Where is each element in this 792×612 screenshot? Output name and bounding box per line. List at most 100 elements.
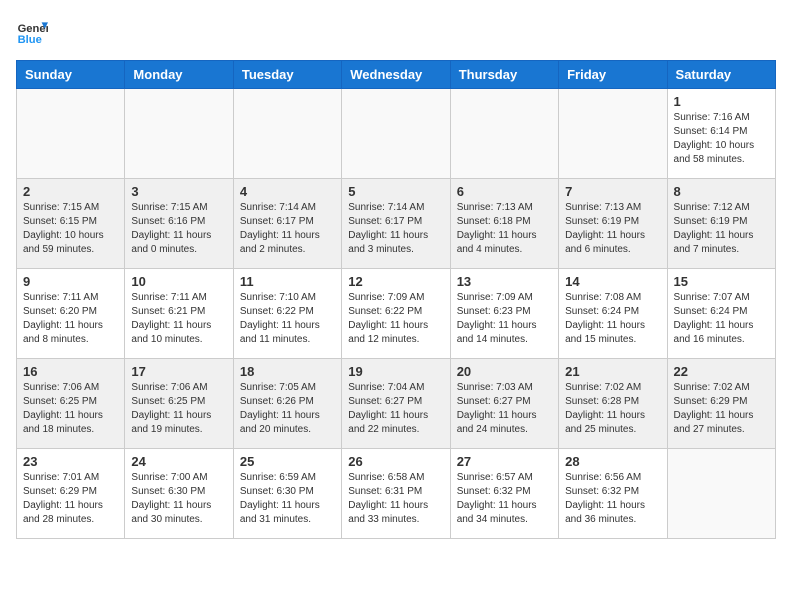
day-info: Sunrise: 7:14 AM Sunset: 6:17 PM Dayligh…: [240, 201, 335, 257]
day-number: 3: [131, 184, 226, 199]
week-row-5: 23 Sunrise: 7:01 AM Sunset: 6:29 PM Dayli…: [17, 449, 776, 539]
weekday-header-saturday: Saturday: [667, 61, 775, 89]
calendar-cell: [559, 89, 667, 179]
day-info: Sunrise: 7:01 AM Sunset: 6:29 PM Dayligh…: [23, 471, 118, 527]
calendar-cell: 10 Sunrise: 7:11 AM Sunset: 6:21 PM Dayli…: [125, 269, 233, 359]
day-info: Sunrise: 7:10 AM Sunset: 6:22 PM Dayligh…: [240, 291, 335, 347]
day-number: 18: [240, 364, 335, 379]
day-number: 11: [240, 274, 335, 289]
day-number: 12: [348, 274, 443, 289]
weekday-header-sunday: Sunday: [17, 61, 125, 89]
calendar-cell: 22 Sunrise: 7:02 AM Sunset: 6:29 PM Dayli…: [667, 359, 775, 449]
day-info: Sunrise: 7:12 AM Sunset: 6:19 PM Dayligh…: [674, 201, 769, 257]
calendar-cell: [233, 89, 341, 179]
calendar-cell: [667, 449, 775, 539]
calendar-cell: 28 Sunrise: 6:56 AM Sunset: 6:32 PM Dayli…: [559, 449, 667, 539]
day-number: 15: [674, 274, 769, 289]
calendar: SundayMondayTuesdayWednesdayThursdayFrid…: [16, 60, 776, 539]
calendar-cell: 15 Sunrise: 7:07 AM Sunset: 6:24 PM Dayli…: [667, 269, 775, 359]
day-info: Sunrise: 7:09 AM Sunset: 6:22 PM Dayligh…: [348, 291, 443, 347]
logo-icon: General Blue: [16, 16, 48, 48]
day-info: Sunrise: 7:11 AM Sunset: 6:20 PM Dayligh…: [23, 291, 118, 347]
day-info: Sunrise: 7:11 AM Sunset: 6:21 PM Dayligh…: [131, 291, 226, 347]
calendar-cell: 12 Sunrise: 7:09 AM Sunset: 6:22 PM Dayli…: [342, 269, 450, 359]
day-info: Sunrise: 7:04 AM Sunset: 6:27 PM Dayligh…: [348, 381, 443, 437]
week-row-1: 1 Sunrise: 7:16 AM Sunset: 6:14 PM Daylig…: [17, 89, 776, 179]
day-info: Sunrise: 7:05 AM Sunset: 6:26 PM Dayligh…: [240, 381, 335, 437]
day-number: 22: [674, 364, 769, 379]
day-number: 13: [457, 274, 552, 289]
header: General Blue: [16, 16, 776, 48]
day-info: Sunrise: 7:08 AM Sunset: 6:24 PM Dayligh…: [565, 291, 660, 347]
calendar-cell: 5 Sunrise: 7:14 AM Sunset: 6:17 PM Daylig…: [342, 179, 450, 269]
day-number: 10: [131, 274, 226, 289]
day-number: 8: [674, 184, 769, 199]
day-info: Sunrise: 7:16 AM Sunset: 6:14 PM Dayligh…: [674, 111, 769, 167]
day-info: Sunrise: 7:15 AM Sunset: 6:15 PM Dayligh…: [23, 201, 118, 257]
weekday-header-thursday: Thursday: [450, 61, 558, 89]
calendar-cell: 23 Sunrise: 7:01 AM Sunset: 6:29 PM Dayli…: [17, 449, 125, 539]
day-info: Sunrise: 7:02 AM Sunset: 6:29 PM Dayligh…: [674, 381, 769, 437]
day-number: 17: [131, 364, 226, 379]
calendar-cell: [17, 89, 125, 179]
calendar-cell: [450, 89, 558, 179]
calendar-cell: 4 Sunrise: 7:14 AM Sunset: 6:17 PM Daylig…: [233, 179, 341, 269]
day-info: Sunrise: 6:59 AM Sunset: 6:30 PM Dayligh…: [240, 471, 335, 527]
calendar-cell: 11 Sunrise: 7:10 AM Sunset: 6:22 PM Dayli…: [233, 269, 341, 359]
day-number: 25: [240, 454, 335, 469]
day-number: 20: [457, 364, 552, 379]
calendar-cell: 14 Sunrise: 7:08 AM Sunset: 6:24 PM Dayli…: [559, 269, 667, 359]
calendar-cell: [125, 89, 233, 179]
day-info: Sunrise: 7:07 AM Sunset: 6:24 PM Dayligh…: [674, 291, 769, 347]
calendar-cell: 27Sunrise: 6:57 AM Sunset: 6:32 PM Dayli…: [450, 449, 558, 539]
day-number: 19: [348, 364, 443, 379]
logo: General Blue: [16, 16, 48, 48]
calendar-cell: 7 Sunrise: 7:13 AM Sunset: 6:19 PM Daylig…: [559, 179, 667, 269]
calendar-cell: 1 Sunrise: 7:16 AM Sunset: 6:14 PM Daylig…: [667, 89, 775, 179]
day-info: Sunrise: 7:00 AM Sunset: 6:30 PM Dayligh…: [131, 471, 226, 527]
day-number: 7: [565, 184, 660, 199]
week-row-3: 9 Sunrise: 7:11 AM Sunset: 6:20 PM Daylig…: [17, 269, 776, 359]
calendar-cell: 25 Sunrise: 6:59 AM Sunset: 6:30 PM Dayli…: [233, 449, 341, 539]
week-row-2: 2 Sunrise: 7:15 AM Sunset: 6:15 PM Daylig…: [17, 179, 776, 269]
calendar-cell: 20Sunrise: 7:03 AM Sunset: 6:27 PM Dayli…: [450, 359, 558, 449]
day-number: 14: [565, 274, 660, 289]
calendar-cell: 18 Sunrise: 7:05 AM Sunset: 6:26 PM Dayli…: [233, 359, 341, 449]
day-info: Sunrise: 6:56 AM Sunset: 6:32 PM Dayligh…: [565, 471, 660, 527]
calendar-cell: 6 Sunrise: 7:13 AM Sunset: 6:18 PM Daylig…: [450, 179, 558, 269]
calendar-cell: 8 Sunrise: 7:12 AM Sunset: 6:19 PM Daylig…: [667, 179, 775, 269]
weekday-header-monday: Monday: [125, 61, 233, 89]
day-number: 24: [131, 454, 226, 469]
calendar-cell: 21 Sunrise: 7:02 AM Sunset: 6:28 PM Dayli…: [559, 359, 667, 449]
day-number: 1: [674, 94, 769, 109]
day-info: Sunrise: 7:13 AM Sunset: 6:19 PM Dayligh…: [565, 201, 660, 257]
calendar-cell: 16 Sunrise: 7:06 AM Sunset: 6:25 PM Dayli…: [17, 359, 125, 449]
day-info: Sunrise: 7:06 AM Sunset: 6:25 PM Dayligh…: [23, 381, 118, 437]
day-info: Sunrise: 7:09 AM Sunset: 6:23 PM Dayligh…: [457, 291, 552, 347]
day-info: Sunrise: 7:14 AM Sunset: 6:17 PM Dayligh…: [348, 201, 443, 257]
calendar-cell: [342, 89, 450, 179]
weekday-header-row: SundayMondayTuesdayWednesdayThursdayFrid…: [17, 61, 776, 89]
day-info: Sunrise: 6:58 AM Sunset: 6:31 PM Dayligh…: [348, 471, 443, 527]
calendar-cell: 19 Sunrise: 7:04 AM Sunset: 6:27 PM Dayli…: [342, 359, 450, 449]
calendar-cell: 3Sunrise: 7:15 AM Sunset: 6:16 PM Daylig…: [125, 179, 233, 269]
day-number: 26: [348, 454, 443, 469]
day-number: 21: [565, 364, 660, 379]
calendar-cell: 26 Sunrise: 6:58 AM Sunset: 6:31 PM Dayli…: [342, 449, 450, 539]
day-number: 5: [348, 184, 443, 199]
day-number: 6: [457, 184, 552, 199]
day-info: Sunrise: 7:13 AM Sunset: 6:18 PM Dayligh…: [457, 201, 552, 257]
day-number: 28: [565, 454, 660, 469]
day-info: Sunrise: 7:02 AM Sunset: 6:28 PM Dayligh…: [565, 381, 660, 437]
calendar-cell: 2 Sunrise: 7:15 AM Sunset: 6:15 PM Daylig…: [17, 179, 125, 269]
calendar-cell: 9 Sunrise: 7:11 AM Sunset: 6:20 PM Daylig…: [17, 269, 125, 359]
day-number: 16: [23, 364, 118, 379]
day-number: 27: [457, 454, 552, 469]
day-number: 9: [23, 274, 118, 289]
day-number: 4: [240, 184, 335, 199]
calendar-cell: 24 Sunrise: 7:00 AM Sunset: 6:30 PM Dayli…: [125, 449, 233, 539]
day-number: 2: [23, 184, 118, 199]
calendar-cell: 13 Sunrise: 7:09 AM Sunset: 6:23 PM Dayli…: [450, 269, 558, 359]
day-number: 23: [23, 454, 118, 469]
week-row-4: 16 Sunrise: 7:06 AM Sunset: 6:25 PM Dayli…: [17, 359, 776, 449]
